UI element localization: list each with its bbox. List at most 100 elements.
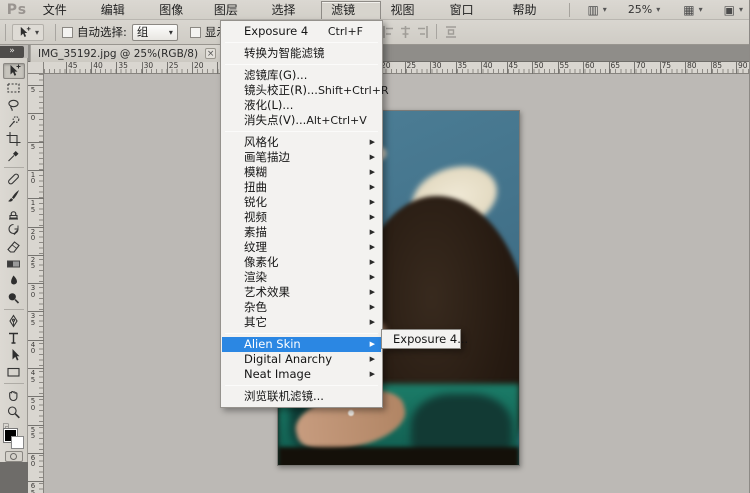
menu-item[interactable]: 其它 ▶	[222, 315, 381, 330]
move-tool[interactable]	[2, 63, 25, 79]
quick-mask-icon	[10, 453, 17, 461]
type-tool[interactable]	[3, 330, 25, 346]
ruler-number: 35	[30, 312, 36, 327]
menu-item-shortcut: Ctrl+F	[327, 25, 363, 38]
menu-item[interactable]: 液化(L)...	[222, 98, 381, 113]
crop-tool[interactable]	[3, 131, 25, 147]
menu-separator	[225, 333, 378, 334]
ruler-number: 30	[30, 284, 36, 299]
blur-tool[interactable]	[3, 273, 25, 289]
document-title: IMG_35192.jpg @ 25%(RGB/8)	[38, 47, 199, 60]
auto-select-checkbox[interactable]	[62, 26, 74, 38]
menu-item[interactable]: Exposure 4 Ctrl+F	[222, 24, 381, 39]
menubar-item[interactable]: 滤镜(T)	[321, 0, 382, 33]
menubar-item[interactable]: 图层(L)	[205, 1, 263, 35]
tool-preset-picker[interactable]: ▾	[12, 23, 45, 41]
align-right-edges-icon[interactable]	[417, 25, 428, 38]
menu-item[interactable]: Neat Image ▶	[222, 367, 381, 382]
menu-item[interactable]: 消失点(V)... Alt+Ctrl+V	[222, 113, 381, 128]
align-left-edges-icon[interactable]	[383, 25, 394, 38]
ruler-number: 45	[68, 61, 78, 70]
dodge-tool[interactable]	[3, 290, 25, 306]
submenu-item[interactable]: Exposure 4...	[383, 331, 468, 347]
submenu-arrow-icon: ▶	[369, 288, 375, 296]
menu-item[interactable]: 渲染 ▶	[222, 270, 381, 285]
filter-menu: Exposure 4 Ctrl+F 转换为智能滤镜 滤镜库(G)... 镜头校正(R).…	[220, 20, 389, 408]
menubar-item[interactable]: 选择(S)	[263, 1, 322, 35]
ruler-number: 0	[30, 114, 36, 123]
menubar-item[interactable]: 帮助(H)	[503, 1, 563, 35]
distribute-icon[interactable]	[445, 25, 457, 38]
menu-item[interactable]: 艺术效果 ▶	[222, 285, 381, 300]
quick-mask-button[interactable]	[4, 451, 23, 462]
spot-healing-brush-tool[interactable]	[3, 171, 25, 187]
menu-item[interactable]: 浏览联机滤镜...	[222, 389, 381, 404]
history-brush-tool[interactable]	[3, 222, 25, 238]
clone-stamp-tool[interactable]	[3, 205, 25, 221]
menu-item[interactable]: 素描 ▶	[222, 225, 381, 240]
ruler-major-tick	[455, 62, 457, 74]
brush-tool[interactable]	[3, 188, 25, 204]
menu-item[interactable]: Alien Skin ▶	[222, 337, 381, 352]
menu-item-label: 浏览联机滤镜...	[244, 389, 324, 403]
menubar-item[interactable]: 图像(I)	[150, 1, 205, 35]
menubar-item[interactable]: 窗口(W)	[441, 1, 504, 35]
menu-item-label: 渲染	[244, 270, 267, 284]
chevron-down-icon: ▾	[602, 5, 607, 14]
eraser-tool[interactable]	[3, 239, 25, 255]
menubar-item[interactable]: 视图(V)	[381, 1, 440, 35]
zoom-tool[interactable]	[3, 404, 25, 420]
shape-tool[interactable]	[3, 364, 25, 380]
view-extras-button[interactable]: ▦ ▾	[683, 3, 702, 17]
menu-item[interactable]: 视频 ▶	[222, 210, 381, 225]
menu-item[interactable]: 滤镜库(G)...	[222, 68, 381, 83]
quick-selection-tool[interactable]	[3, 114, 25, 130]
screen-mode-icon: ▣	[723, 2, 735, 17]
screen-mode-button[interactable]: ▣ ▾	[724, 3, 743, 17]
menu-item[interactable]: Digital Anarchy ▶	[222, 352, 381, 367]
menu-item[interactable]: 模糊 ▶	[222, 165, 381, 180]
menu-item-label: Exposure 4	[244, 24, 309, 38]
menu-item[interactable]: 杂色 ▶	[222, 300, 381, 315]
menu-item-label: 视频	[244, 210, 267, 224]
eyedropper-tool[interactable]	[3, 148, 25, 164]
auto-select-dropdown[interactable]: 组 ▾	[131, 23, 178, 41]
menu-item-label: 扭曲	[244, 180, 267, 194]
lasso-tool[interactable]	[3, 97, 25, 113]
ruler-major-tick	[404, 62, 406, 74]
vertical-ruler[interactable]: 50510152025303540455055606570	[28, 74, 44, 493]
menu-item[interactable]: 转换为智能滤镜	[222, 46, 381, 61]
canvas-area[interactable]	[44, 74, 749, 493]
background-color-swatch[interactable]	[10, 436, 24, 449]
ruler-major-tick	[557, 62, 559, 74]
show-transform-checkbox[interactable]	[189, 26, 201, 38]
ruler-number: 75	[661, 61, 672, 70]
menu-item-label: 艺术效果	[244, 285, 290, 299]
document-tab[interactable]: IMG_35192.jpg @ 25%(RGB/8) ×	[30, 45, 225, 62]
path-selection-tool[interactable]	[3, 347, 25, 363]
ruler-major-tick	[192, 62, 193, 74]
align-divider	[436, 24, 437, 39]
rectangular-marquee-tool[interactable]	[3, 80, 25, 96]
menu-item[interactable]: 纹理 ▶	[222, 240, 381, 255]
photo-bottom-dark	[278, 447, 519, 465]
menu-item[interactable]: 锐化 ▶	[222, 195, 381, 210]
menu-item[interactable]: 扭曲 ▶	[222, 180, 381, 195]
close-icon[interactable]: ×	[205, 48, 217, 59]
menubar-item[interactable]: 文件(F)	[34, 1, 92, 35]
menu-item[interactable]: 像素化 ▶	[222, 255, 381, 270]
horizontal-ruler[interactable]: 4540353025201520253035404550556065707580…	[44, 61, 749, 74]
panel-collapse-button[interactable]: »	[0, 46, 24, 58]
gradient-tool[interactable]	[3, 256, 25, 272]
submenu-arrow-icon: ▶	[369, 198, 375, 206]
pen-tool[interactable]	[3, 313, 25, 329]
arrange-documents-button[interactable]: ▥ ▾	[587, 3, 606, 17]
ruler-number: 40	[93, 61, 103, 70]
align-centers-icon[interactable]	[400, 25, 411, 38]
menubar-item[interactable]: 编辑(E)	[92, 1, 151, 35]
menu-item[interactable]: 风格化 ▶	[222, 135, 381, 150]
menu-item[interactable]: 画笔描边 ▶	[222, 150, 381, 165]
zoom-level-dropdown[interactable]: 25% ▾	[628, 3, 660, 16]
menu-item[interactable]: 镜头校正(R)... Shift+Ctrl+R	[222, 83, 389, 98]
hand-tool[interactable]	[3, 387, 25, 403]
